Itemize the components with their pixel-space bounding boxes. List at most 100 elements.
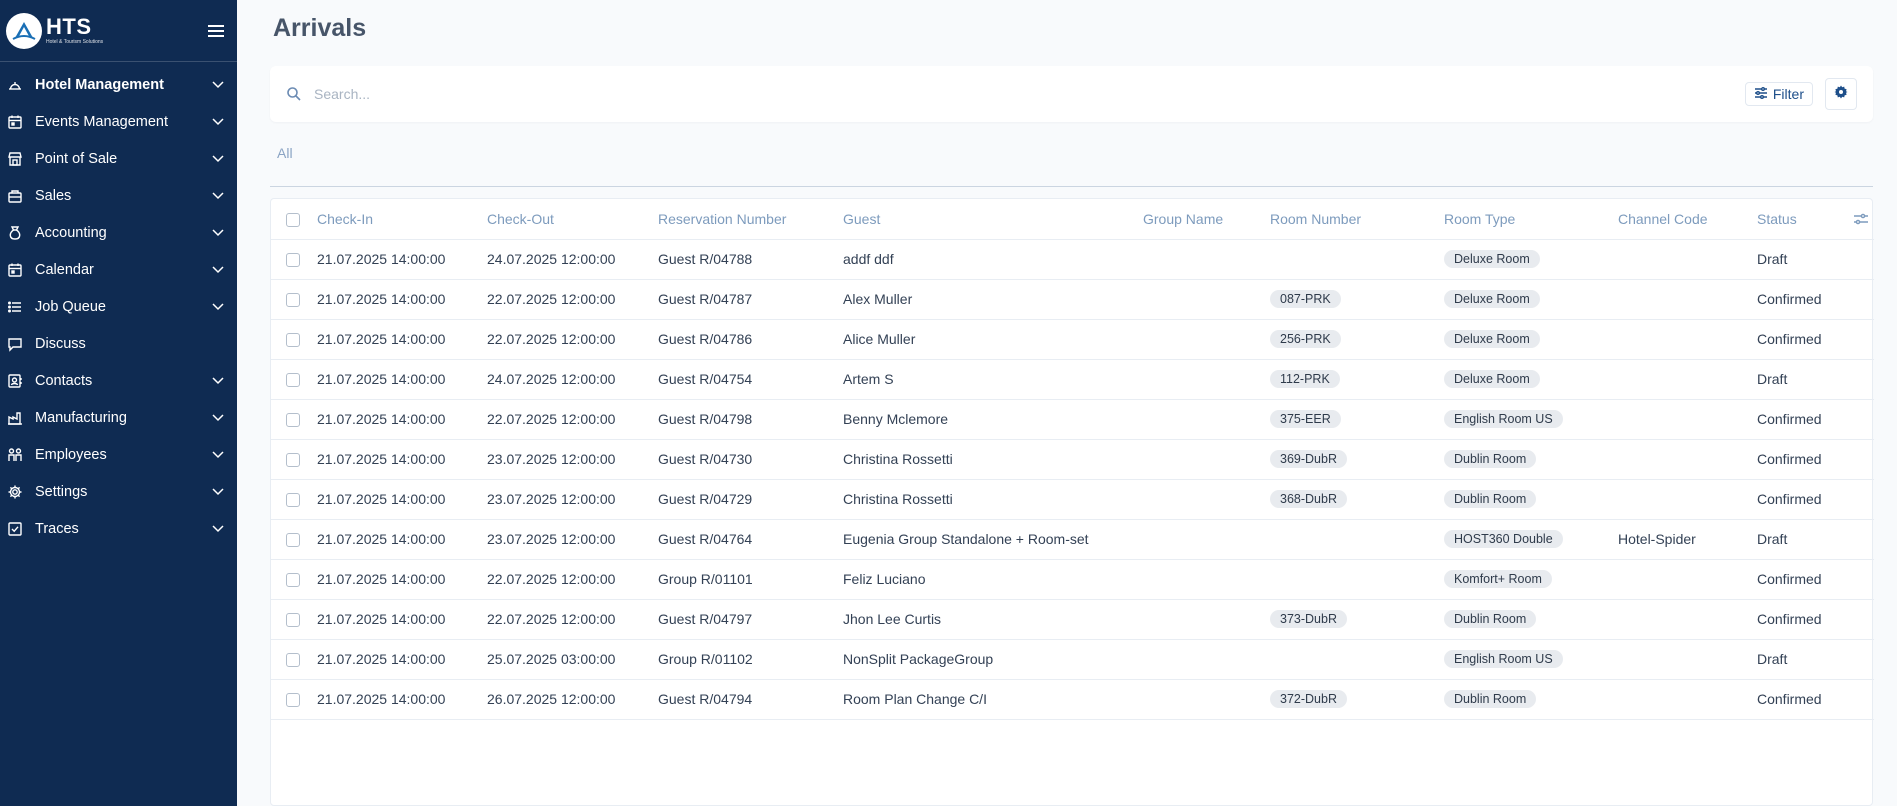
column-header-reservation-number[interactable]: Reservation Number [658, 199, 843, 239]
channel-code-cell [1618, 479, 1757, 519]
reservation-number-cell: Guest R/04764 [658, 531, 753, 547]
column-header-check-out[interactable]: Check-Out [487, 199, 658, 239]
table-row[interactable]: 21.07.2025 14:00:00 24.07.2025 12:00:00 Gu… [271, 359, 1874, 399]
sidebar-item-discuss[interactable]: Discuss [0, 325, 237, 362]
row-checkbox[interactable] [286, 533, 300, 548]
room-number-tag: 375-EER [1270, 410, 1341, 428]
search-input[interactable] [314, 86, 1745, 102]
row-checkbox[interactable] [286, 293, 300, 308]
row-checkbox[interactable] [286, 613, 300, 628]
row-end-cell [1847, 679, 1874, 719]
row-select-cell [271, 479, 317, 519]
column-header-check-in[interactable]: Check-In [317, 199, 487, 239]
room-number-tag: 372-DubR [1270, 690, 1347, 708]
filter-button[interactable]: Filter [1744, 82, 1813, 106]
sidebar-item-events-management[interactable]: Events Management [0, 103, 237, 140]
select-all-cell [271, 199, 317, 239]
sidebar-item-settings[interactable]: Settings [0, 473, 237, 510]
row-checkbox[interactable] [286, 333, 300, 348]
row-end-cell [1847, 639, 1874, 679]
table-row[interactable]: 21.07.2025 14:00:00 22.07.2025 12:00:00 Gu… [271, 599, 1874, 639]
sidebar-item-calendar[interactable]: Calendar [0, 251, 237, 288]
channel-code-cell [1618, 559, 1757, 599]
select-all-checkbox[interactable] [286, 212, 300, 227]
column-header-room-number[interactable]: Room Number [1270, 199, 1444, 239]
table-row[interactable]: 21.07.2025 14:00:00 24.07.2025 12:00:00 Gu… [271, 239, 1874, 279]
row-end-cell [1847, 479, 1874, 519]
table-row[interactable]: 21.07.2025 14:00:00 23.07.2025 12:00:00 Gu… [271, 479, 1874, 519]
row-select-cell [271, 279, 317, 319]
row-checkbox[interactable] [286, 573, 300, 588]
row-checkbox[interactable] [286, 253, 300, 268]
guest-cell: Christina Rossetti [843, 491, 953, 507]
reservation-number-cell: Guest R/04787 [658, 291, 753, 307]
row-checkbox[interactable] [286, 413, 300, 428]
sidebar-item-label: Point of Sale [35, 150, 118, 167]
sliders-icon [1754, 86, 1768, 102]
room-type-cell: HOST360 Double [1444, 519, 1618, 559]
check-in-cell: 21.07.2025 14:00:00 [317, 371, 446, 387]
room-number-cell: 112-PRK [1270, 359, 1444, 399]
column-header-room-type[interactable]: Room Type [1444, 199, 1618, 239]
row-checkbox[interactable] [286, 493, 300, 508]
table-row[interactable]: 21.07.2025 14:00:00 22.07.2025 12:00:00 Gu… [271, 399, 1874, 439]
status-cell: Confirmed [1757, 691, 1822, 707]
logo[interactable]: HTS Hotel & Tourism Solutions [6, 12, 103, 49]
room-type-cell: English Room US [1444, 639, 1618, 679]
sidebar-nav: Hotel Management Events Management Point… [0, 62, 237, 547]
group-name-cell [1143, 399, 1270, 439]
sidebar-item-job-queue[interactable]: Job Queue [0, 288, 237, 325]
sidebar-item-hotel-management[interactable]: Hotel Management [0, 66, 237, 103]
check-in-cell: 21.07.2025 14:00:00 [317, 251, 446, 267]
settings-button[interactable] [1825, 78, 1857, 110]
row-select-cell [271, 559, 317, 599]
check-in-cell: 21.07.2025 14:00:00 [317, 331, 446, 347]
table-row[interactable]: 21.07.2025 14:00:00 23.07.2025 12:00:00 Gu… [271, 519, 1874, 559]
check-in-cell: 21.07.2025 14:00:00 [317, 611, 446, 627]
row-checkbox[interactable] [286, 373, 300, 388]
reservation-number-cell: Guest R/04729 [658, 491, 753, 507]
sidebar-item-accounting[interactable]: Accounting [0, 214, 237, 251]
sidebar-item-employees[interactable]: Employees [0, 436, 237, 473]
sidebar-item-sales[interactable]: Sales [0, 177, 237, 214]
table-row[interactable]: 21.07.2025 14:00:00 25.07.2025 03:00:00 Gr… [271, 639, 1874, 679]
table-row[interactable]: 21.07.2025 14:00:00 26.07.2025 12:00:00 Gu… [271, 679, 1874, 719]
row-checkbox[interactable] [286, 653, 300, 668]
room-type-tag: Deluxe Room [1444, 370, 1540, 388]
room-type-cell: Dublin Room [1444, 679, 1618, 719]
row-end-cell [1847, 559, 1874, 599]
room-number-cell: 368-DubR [1270, 479, 1444, 519]
search-icon [286, 85, 304, 103]
check-out-cell: 23.07.2025 12:00:00 [487, 451, 616, 467]
row-select-cell [271, 319, 317, 359]
room-number-cell: 369-DubR [1270, 439, 1444, 479]
sidebar-item-traces[interactable]: Traces [0, 510, 237, 547]
guest-cell: Eugenia Group Standalone + Room-set [843, 531, 1089, 547]
reservation-number-cell: Guest R/04754 [658, 371, 753, 387]
column-header-guest[interactable]: Guest [843, 199, 1143, 239]
sidebar-item-contacts[interactable]: Contacts [0, 362, 237, 399]
table-row[interactable]: 21.07.2025 14:00:00 22.07.2025 12:00:00 Gu… [271, 319, 1874, 359]
sidebar-item-point-of-sale[interactable]: Point of Sale [0, 140, 237, 177]
status-cell: Confirmed [1757, 491, 1822, 507]
channel-code-cell [1618, 399, 1757, 439]
menu-toggle-icon[interactable] [203, 18, 229, 44]
tab-divider [270, 186, 1873, 187]
row-checkbox[interactable] [286, 453, 300, 468]
status-cell: Confirmed [1757, 611, 1822, 627]
sidebar-item-label: Employees [35, 446, 107, 463]
row-checkbox[interactable] [286, 693, 300, 708]
column-adjust-icon[interactable] [1847, 212, 1874, 226]
status-cell: Confirmed [1757, 291, 1822, 307]
check-out-cell: 22.07.2025 12:00:00 [487, 611, 616, 627]
column-header-group-name[interactable]: Group Name [1143, 199, 1270, 239]
row-select-cell [271, 599, 317, 639]
table-row[interactable]: 21.07.2025 14:00:00 22.07.2025 12:00:00 Gr… [271, 559, 1874, 599]
table-row[interactable]: 21.07.2025 14:00:00 23.07.2025 12:00:00 Gu… [271, 439, 1874, 479]
row-end-cell [1847, 439, 1874, 479]
tab-all[interactable]: All [277, 145, 293, 161]
column-header-status[interactable]: Status [1757, 199, 1847, 239]
sidebar-item-manufacturing[interactable]: Manufacturing [0, 399, 237, 436]
table-row[interactable]: 21.07.2025 14:00:00 22.07.2025 12:00:00 Gu… [271, 279, 1874, 319]
column-header-channel-code[interactable]: Channel Code [1618, 199, 1757, 239]
